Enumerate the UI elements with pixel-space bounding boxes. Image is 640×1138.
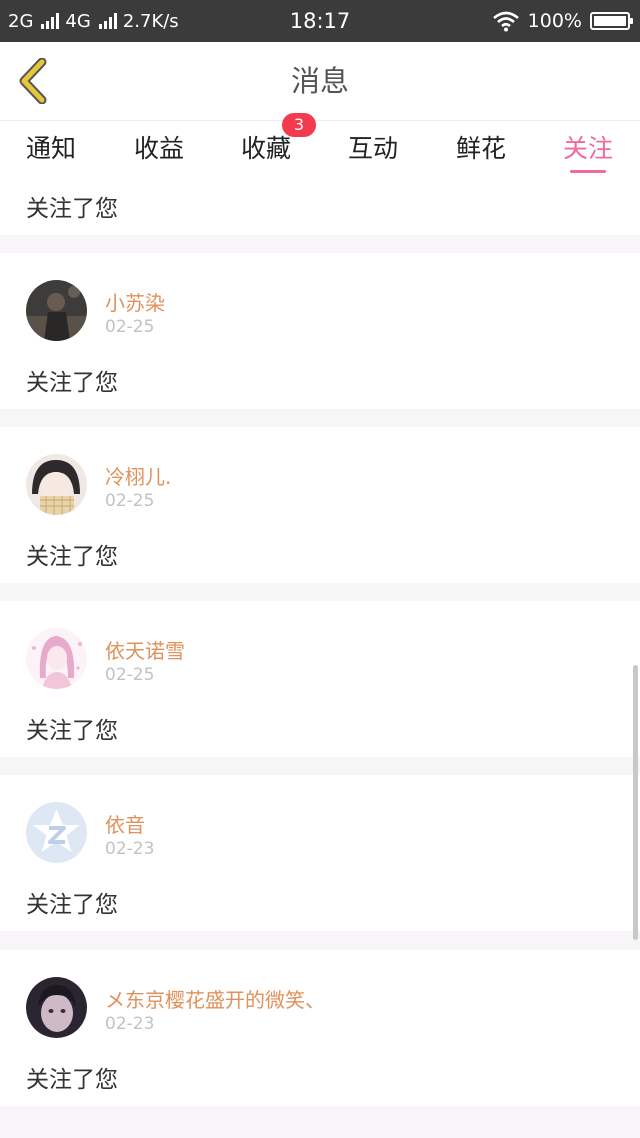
tab-label: 收益	[133, 134, 184, 163]
unread-badge: 3	[282, 113, 316, 137]
item-date: 02-25	[105, 491, 155, 511]
item-message: 关注了您	[26, 1067, 118, 1093]
nav-header: 消息	[0, 42, 640, 121]
item-message: 关注了您	[26, 892, 118, 918]
tab-label: 互动	[347, 134, 398, 163]
tab-label: 收藏	[240, 134, 291, 163]
avatar[interactable]	[26, 454, 87, 515]
scrollbar[interactable]	[633, 665, 638, 940]
tab-label: 通知	[25, 134, 76, 163]
item-message: 关注了您	[26, 718, 118, 744]
list-item[interactable]: 冷栩儿. 02-25 关注了您	[0, 427, 640, 583]
tab-notifications[interactable]: 通知	[6, 121, 96, 179]
tab-following[interactable]: 关注	[543, 121, 633, 179]
user-name[interactable]: 依音	[105, 809, 145, 838]
tab-flowers[interactable]: 鲜花	[436, 121, 526, 179]
device-status: 100%	[492, 0, 633, 42]
page-title: 消息	[290, 64, 349, 98]
battery-percent: 100%	[527, 10, 582, 32]
item-message: 关注了您	[26, 370, 118, 396]
user-name[interactable]: 依天诺雪	[105, 635, 185, 664]
item-date: 02-23	[105, 1014, 155, 1034]
avatar[interactable]	[26, 628, 87, 689]
status-bar: 2G 4G 2.7K/s 18:17 100%	[0, 0, 640, 42]
tab-interactions[interactable]: 互动	[328, 121, 418, 179]
tab-bar: 通知 收益 收藏 3 互动 鲜花 关注	[0, 113, 640, 179]
battery-icon	[590, 12, 633, 30]
item-date: 02-25	[105, 317, 155, 337]
avatar[interactable]	[26, 977, 87, 1038]
list-item[interactable]: メ东京樱花盛开的微笑、 02-23 关注了您	[0, 950, 640, 1106]
user-name[interactable]: 小苏染	[105, 287, 165, 316]
item-date: 02-25	[105, 665, 155, 685]
avatar[interactable]	[26, 802, 87, 863]
tab-earnings[interactable]: 收益	[114, 121, 204, 179]
item-date: 02-23	[105, 839, 155, 859]
active-tab-indicator	[570, 170, 606, 173]
list-item[interactable]: 依天诺雪 02-25 关注了您	[0, 601, 640, 757]
avatar[interactable]	[26, 280, 87, 341]
item-message: 关注了您	[26, 196, 118, 222]
item-message: 关注了您	[26, 544, 118, 570]
tab-label: 鲜花	[455, 134, 506, 163]
wifi-icon	[492, 11, 519, 32]
tab-favorites[interactable]: 收藏 3	[221, 113, 316, 179]
list-item[interactable]: 依音 02-23 关注了您	[0, 775, 640, 931]
user-name[interactable]: 冷栩儿.	[105, 461, 171, 490]
user-name[interactable]: メ东京樱花盛开的微笑、	[105, 984, 325, 1013]
tab-label: 关注	[562, 134, 613, 163]
list-item[interactable]: 关注了您	[0, 179, 640, 235]
list-item[interactable]: 小苏染 02-25 关注了您	[0, 253, 640, 409]
